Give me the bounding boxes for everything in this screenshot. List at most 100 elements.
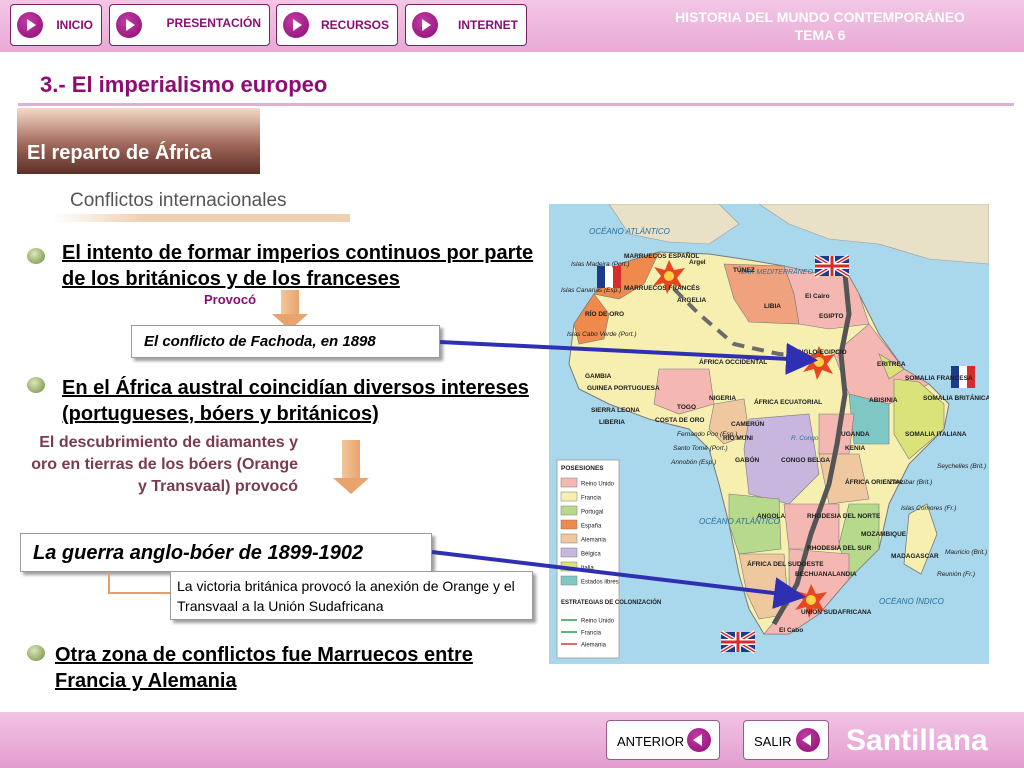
top-bar: INICIO PRESENTACIÓN RECURSOS INTERNET HI… xyxy=(0,0,1024,52)
map-label: MOZAMBIQUE xyxy=(861,531,907,538)
legend-label: España xyxy=(581,524,602,530)
map-label: RHODESIA DEL SUR xyxy=(807,545,872,552)
map-label: UNIÓN SUDAFRICANA xyxy=(801,607,872,616)
map-label: ERITREA xyxy=(877,361,906,368)
slide: INICIO PRESENTACIÓN RECURSOS INTERNET HI… xyxy=(0,0,1024,768)
nav-internet-label: INTERNET xyxy=(458,18,518,32)
bottom-bar: ANTERIOR SALIR Santillana xyxy=(0,712,1024,768)
map-label: MARRUECOS FRANCÉS xyxy=(624,283,701,292)
point-2-text: En el África austral coincidían diversos… xyxy=(62,377,529,425)
fachoda-callout-text: El conflicto de Fachoda, en 1898 xyxy=(144,333,376,350)
legend-label: Reino Unido xyxy=(581,482,615,488)
back-arrow-icon xyxy=(687,728,711,752)
ocean-label: OCÉANO ATLÁNTICO xyxy=(589,227,670,236)
play-arrow-icon xyxy=(116,12,142,38)
map-label: ANGLO-EGIPCIO xyxy=(794,349,847,356)
map-label: GABÓN xyxy=(735,455,760,464)
map-label: SOMALIA FRANCESA xyxy=(905,375,973,382)
legend-label: Bélgica xyxy=(581,552,601,558)
map-label: ANGOLA xyxy=(757,513,785,520)
exit-button[interactable]: SALIR xyxy=(743,720,829,760)
map-label: NIGERIA xyxy=(709,395,736,402)
back-arrow-icon xyxy=(796,728,820,752)
boer-war-callout: La guerra anglo-bóer de 1899-1902 xyxy=(20,533,432,572)
map-label: MADAGASCAR xyxy=(891,553,939,560)
section-title: 3.- El imperialismo europeo xyxy=(40,72,328,97)
point-1-text: El intento de formar imperios continuos … xyxy=(62,242,534,290)
map-label: ABISINIA xyxy=(869,397,898,404)
map-label: LIBIA xyxy=(764,303,781,310)
subtitle-underline xyxy=(52,214,350,222)
title-divider xyxy=(18,103,1014,106)
boer-war-callout-text: La guerra anglo-bóer de 1899-1902 xyxy=(33,542,364,564)
legend-label: Alemania xyxy=(581,538,607,544)
provoco-label: Provocó xyxy=(204,292,257,307)
strategies-title: ESTRATEGIAS DE COLONIZACIÓN xyxy=(561,598,661,606)
previous-label: ANTERIOR xyxy=(617,734,685,749)
map-label: Mauricio (Brit.) xyxy=(945,549,987,556)
map-label: Reunión (Fr.) xyxy=(937,571,975,578)
africa-colonial-map: OCÉANO ATLÁNTICO OCÉANO ATLÁNTICO OCÉANO… xyxy=(549,204,989,664)
discovery-description: El descubrimiento de diamantes y oro en … xyxy=(31,434,298,495)
map-label: Islas Canarias (Esp.) xyxy=(561,287,621,294)
map-label: R. Congo xyxy=(791,435,819,442)
map-label: Santo Tomé (Port.) xyxy=(673,445,728,452)
map-label: ARGELIA xyxy=(677,297,707,304)
course-title-line1: HISTORIA DEL MUNDO CONTEMPORÁNEO xyxy=(675,9,965,25)
nav-inicio-label: INICIO xyxy=(56,18,93,32)
strategy-label: Francia xyxy=(581,631,602,637)
french-flag-icon xyxy=(597,266,621,288)
connector-line xyxy=(108,572,170,594)
fachoda-callout: El conflicto de Fachoda, en 1898 xyxy=(131,325,440,358)
legend-label: Portugal xyxy=(581,510,603,516)
map-label: Islas Cabo Verde (Port.) xyxy=(567,331,636,338)
map-label: ÁFRICA OCCIDENTAL xyxy=(699,357,767,366)
play-arrow-icon xyxy=(17,12,43,38)
subtitle: Conflictos internacionales xyxy=(70,190,287,211)
nav-presentacion-button[interactable]: PRESENTACIÓN xyxy=(109,4,270,46)
topic-tab: El reparto de África xyxy=(17,108,260,174)
map-label: El Cairo xyxy=(805,293,830,300)
map-label: GUINEA PORTUGUESA xyxy=(587,385,660,392)
map-label: CAMERÚN xyxy=(731,419,765,428)
strategy-label: Alemania xyxy=(581,643,607,649)
legend-swatch xyxy=(560,477,578,488)
previous-button[interactable]: ANTERIOR xyxy=(606,720,720,760)
down-arrow-icon xyxy=(333,440,369,498)
nav-recursos-label: RECURSOS xyxy=(320,18,389,32)
map-label: TOGO xyxy=(677,404,696,411)
nav-presentacion-label: PRESENTACIÓN xyxy=(166,16,261,30)
ocean-label: OCÉANO ÍNDICO xyxy=(879,597,944,606)
legend-label: Estados libres xyxy=(581,580,619,586)
map-label: Fernando Poo (Esp.) xyxy=(677,431,737,438)
map-label: EGIPTO xyxy=(819,313,843,320)
bullet-icon xyxy=(27,248,45,264)
legend-swatch xyxy=(560,533,578,544)
play-arrow-icon xyxy=(283,12,309,38)
map-label: El Cabo xyxy=(779,627,803,634)
map-label: ÁFRICA DEL SUDOESTE xyxy=(747,559,824,568)
map-label: SOMALIA BRITÁNICA xyxy=(923,393,989,402)
map-label: Argel xyxy=(689,259,706,266)
legend-swatch xyxy=(560,491,578,502)
legend-title: POSESIONES xyxy=(561,465,604,472)
map-label: SIERRA LEONA xyxy=(591,407,640,414)
map-label: CONGO BELGA xyxy=(781,457,830,464)
course-title-line2: TEMA 6 xyxy=(794,27,846,43)
point-3-text: Otra zona de conflictos fue Marruecos en… xyxy=(55,644,473,692)
strategy-label: Reino Unido xyxy=(581,619,615,625)
brand-logo: Santillana xyxy=(846,724,988,757)
annexation-note-text: La victoria británica provocó la anexión… xyxy=(177,578,515,614)
map-label: TÚNEZ xyxy=(733,265,755,274)
nav-inicio-button[interactable]: INICIO xyxy=(10,4,102,46)
british-flag-icon xyxy=(813,254,851,278)
legend-swatch xyxy=(560,505,578,516)
map-label: GAMBIA xyxy=(585,373,612,380)
legend-swatch xyxy=(560,575,578,586)
nav-internet-button[interactable]: INTERNET xyxy=(405,4,527,46)
play-arrow-icon xyxy=(412,12,438,38)
nav-recursos-button[interactable]: RECURSOS xyxy=(276,4,398,46)
legend-label: Italia xyxy=(581,566,594,572)
map-label: Islas Madeira (Port.) xyxy=(571,261,630,268)
annexation-note: La victoria británica provocó la anexión… xyxy=(170,571,533,620)
